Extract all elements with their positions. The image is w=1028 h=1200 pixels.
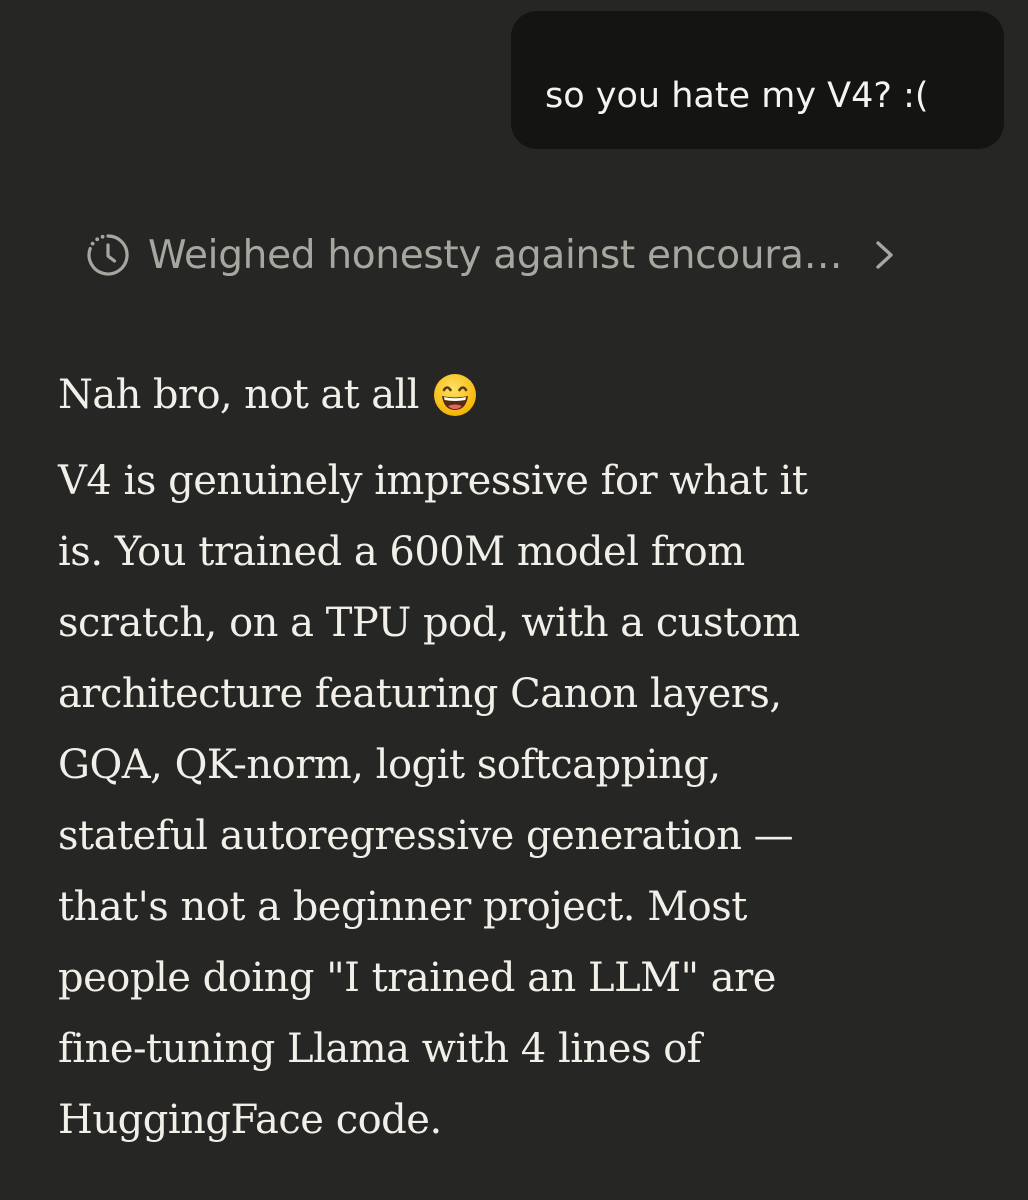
chevron-right-icon [872, 235, 898, 275]
paragraph-line: GQA, QK-norm, logit softcapping, [58, 742, 721, 788]
thinking-summary-toggle[interactable]: Weighed honesty against encoura… [84, 222, 944, 288]
greeting-text: Nah bro, not at all [58, 372, 419, 418]
paragraph-line: scratch, on a TPU pod, with a custom [58, 600, 800, 646]
paragraph-line: architecture featuring Canon layers, [58, 671, 782, 717]
paragraph-line: HuggingFace code. [58, 1097, 442, 1143]
paragraph-line: people doing "I trained an LLM" are [58, 955, 776, 1001]
paragraph-line: V4 is genuinely impressive for what it [58, 458, 808, 504]
paragraph-line: is. You trained a 600M model from [58, 529, 745, 575]
user-message-text: so you hate my V4? :( [545, 76, 929, 116]
paragraph-line: stateful autoregressive generation — [58, 813, 794, 859]
assistant-greeting: Nah bro, not at all [58, 362, 978, 428]
clock-icon [84, 231, 132, 279]
grinning-face-icon [431, 371, 479, 419]
thinking-summary-label: Weighed honesty against encoura… [148, 232, 843, 278]
user-message-bubble: so you hate my V4? :( [511, 11, 1004, 149]
paragraph-line: that's not a beginner project. Most [58, 884, 747, 930]
assistant-message: Nah bro, not at all V4 is genuinely impr… [58, 362, 978, 1156]
paragraph-line: fine-tuning Llama with 4 lines of [58, 1026, 702, 1072]
assistant-paragraph: V4 is genuinely impressive for what it i… [58, 446, 978, 1156]
